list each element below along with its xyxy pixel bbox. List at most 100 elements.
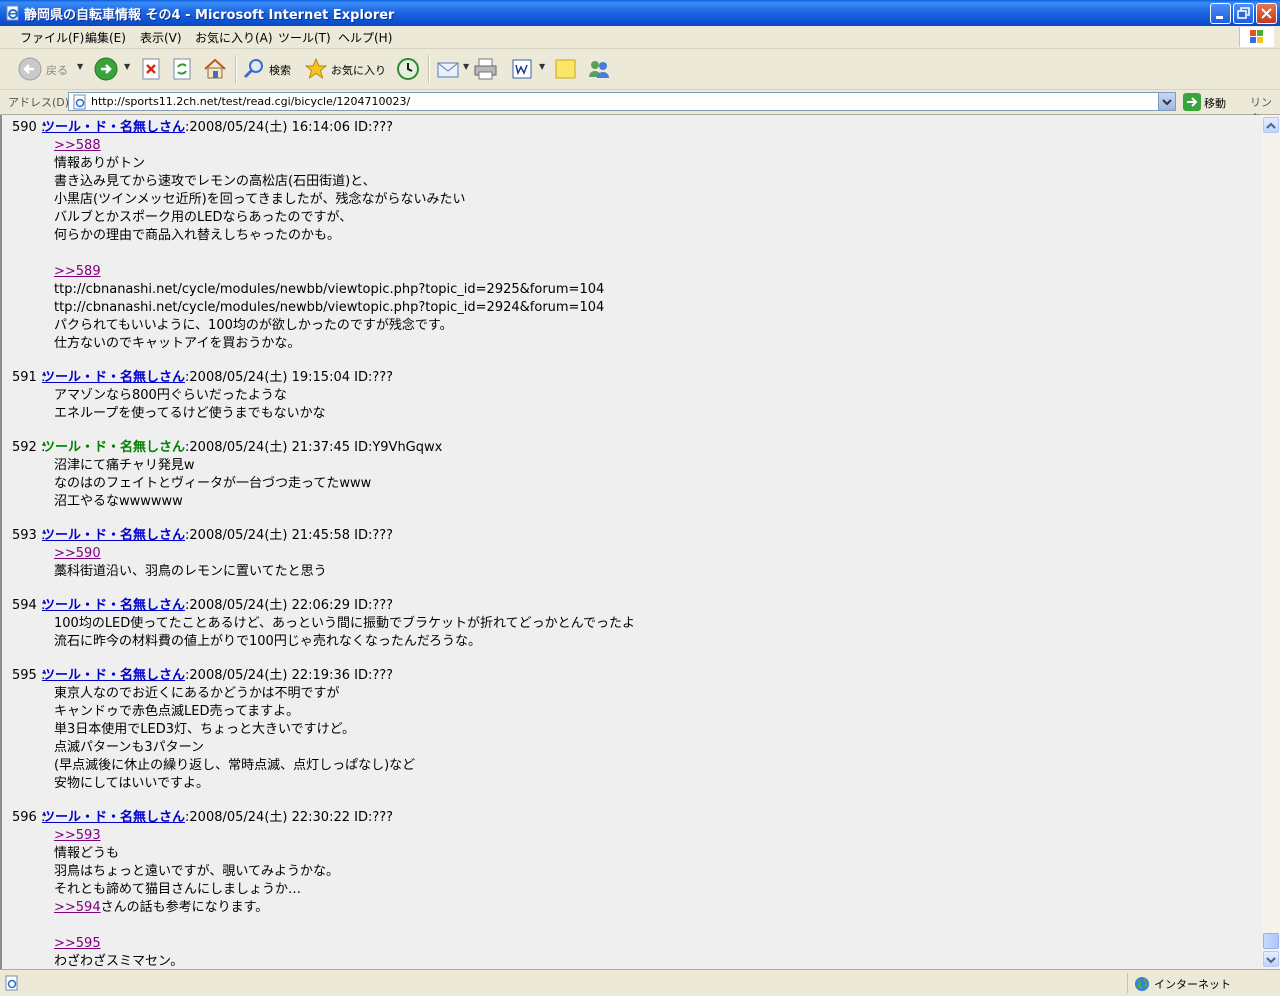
post-number: 595 : <box>12 668 46 683</box>
post-line: キャンドゥで赤色点滅LED売ってますよ。 <box>54 703 415 721</box>
close-icon <box>1261 8 1272 19</box>
post-line: 情報ありがトン <box>54 155 604 173</box>
post-line: >>593 <box>54 827 393 845</box>
scroll-up-button[interactable] <box>1263 117 1279 133</box>
post-author-link[interactable]: ツール・ド・名無しさん <box>42 598 185 613</box>
post: 592 :ツール・ド・名無しさん:2008/05/24(土) 21:37:45 … <box>12 439 442 511</box>
post-meta: :2008/05/24(土) 22:06:29 ID:??? <box>185 598 394 613</box>
post-meta: :2008/05/24(土) 22:30:22 ID:??? <box>185 810 394 825</box>
address-dropdown-button[interactable] <box>1158 93 1175 110</box>
print-button[interactable] <box>473 56 499 82</box>
chevron-up-icon <box>1266 122 1276 129</box>
minimize-button[interactable] <box>1210 3 1231 24</box>
post-meta: :2008/05/24(土) 21:45:58 ID:??? <box>185 528 394 543</box>
post-header: 592 :ツール・ド・名無しさん:2008/05/24(土) 21:37:45 … <box>12 439 442 457</box>
post-number: 594 : <box>12 598 46 613</box>
post: 593 :ツール・ド・名無しさん:2008/05/24(土) 21:45:58 … <box>12 527 393 581</box>
scroll-down-button[interactable] <box>1263 951 1279 967</box>
windows-flag-icon <box>1250 30 1263 43</box>
go-button[interactable]: 移動 <box>1182 92 1236 112</box>
windows-logo <box>1239 27 1274 47</box>
post-text: エネループを使ってるけど使うまでもないかな <box>54 406 326 421</box>
mail-dropdown-icon[interactable]: ▼ <box>463 62 469 71</box>
toolbar-separator <box>428 55 430 83</box>
edit-dropdown-icon[interactable]: ▼ <box>539 62 545 71</box>
refresh-button[interactable] <box>171 56 195 82</box>
post-text: ttp://cbnanashi.net/cycle/modules/newbb/… <box>54 282 605 297</box>
post-body: 東京人なのでお近くにあるかどうかは不明ですが キャンドゥで赤色点滅LED売ってます… <box>54 685 415 793</box>
post-text: 沼津にて痛チャリ発見w <box>54 458 195 473</box>
chevron-down-icon <box>1266 957 1276 964</box>
favorites-button[interactable]: お気に入り <box>304 56 386 82</box>
reply-anchor-link[interactable]: >>594 <box>54 900 101 915</box>
post-line: 藁科街道沿い、羽鳥のレモンに置いてたと思う <box>54 563 393 581</box>
menu-tools[interactable]: ツール(T) <box>278 29 331 46</box>
post-author-link[interactable]: ツール・ド・名無しさん <box>42 668 185 683</box>
post-line: 沼工やるなwwwwww <box>54 493 442 511</box>
post-line: >>594さんの話も参考になります。 <box>54 899 393 917</box>
post-text: ttp://cbnanashi.net/cycle/modules/newbb/… <box>54 300 605 315</box>
minimize-icon <box>1216 16 1223 19</box>
edit-button[interactable] <box>510 56 536 82</box>
stop-button[interactable] <box>140 56 164 82</box>
forward-arrow-icon <box>94 57 118 81</box>
reply-anchor-link[interactable]: >>589 <box>54 264 101 279</box>
reply-anchor-link[interactable]: >>588 <box>54 138 101 153</box>
post-author-link[interactable]: ツール・ド・名無しさん <box>42 370 185 385</box>
stop-icon <box>142 58 160 80</box>
address-input[interactable]: http://sports11.2ch.net/test/read.cgi/bi… <box>68 92 1176 111</box>
back-button[interactable]: 戻る <box>18 56 84 82</box>
toolbar: 戻る ▼ ▼ 検索 お気に入り ▼ ▼ <box>0 49 1280 90</box>
post-author-link[interactable]: ツール・ド・名無しさん <box>42 528 185 543</box>
history-button[interactable] <box>395 56 421 82</box>
refresh-icon <box>173 58 191 80</box>
post-meta: :2008/05/24(土) 16:14:06 ID:??? <box>185 120 394 135</box>
post-text: 羽鳥はちょっと遠いですが、覗いてみようかな。 <box>54 864 339 879</box>
maximize-button[interactable] <box>1233 3 1254 24</box>
back-dropdown-icon[interactable]: ▼ <box>77 62 83 71</box>
address-label: アドレス(D) <box>8 96 70 109</box>
post-text: 情報どうも <box>54 846 120 861</box>
menu-help[interactable]: ヘルプ(H) <box>338 29 392 46</box>
home-button[interactable] <box>202 56 228 82</box>
post-line: 東京人なのでお近くにあるかどうかは不明ですが <box>54 685 415 703</box>
home-icon <box>204 58 226 79</box>
scroll-thumb[interactable] <box>1263 933 1279 949</box>
menu-edit[interactable]: 編集(E) <box>85 29 126 46</box>
globe-icon <box>1135 977 1149 991</box>
post-line: エネループを使ってるけど使うまでもないかな <box>54 405 393 423</box>
search-button[interactable]: 検索 <box>242 56 298 82</box>
post-text: バルブとかスポーク用のLEDならあったのですが、 <box>54 210 353 225</box>
post-text: 流石に昨今の材料費の値上がりで100円じゃ売れなくなったんだろうな。 <box>54 634 482 649</box>
post-line: ttp://cbnanashi.net/cycle/modules/newbb/… <box>54 299 604 317</box>
messenger-button[interactable] <box>586 56 612 82</box>
post-author-link[interactable]: ツール・ド・名無しさん <box>42 120 185 135</box>
post-line: 安物にしてはいいですよ。 <box>54 775 415 793</box>
reply-anchor-link[interactable]: >>595 <box>54 936 101 951</box>
chevron-down-icon <box>1162 99 1172 106</box>
restore-icon <box>1237 7 1250 19</box>
menu-favorites[interactable]: お気に入り(A) <box>195 29 273 46</box>
post-line: バルブとかスポーク用のLEDならあったのですが、 <box>54 209 604 227</box>
mail-button[interactable] <box>436 56 462 82</box>
post-line: なのはのフェイトとヴィータが一台づつ走ってたwww <box>54 475 442 493</box>
post-author-link[interactable]: ツール・ド・名無しさん <box>42 810 185 825</box>
menu-view[interactable]: 表示(V) <box>140 29 182 46</box>
post-header: 593 :ツール・ド・名無しさん:2008/05/24(土) 21:45:58 … <box>12 527 393 545</box>
discuss-button[interactable] <box>553 56 579 82</box>
post-body: >>590 藁科街道沿い、羽鳥のレモンに置いてたと思う <box>54 545 393 581</box>
post-meta: :2008/05/24(土) 21:37:45 ID:Y9VhGqwx <box>185 440 443 455</box>
post-body: >>593 情報どうも 羽鳥はちょっと遠いですが、覗いてみようかな。 それとも諦めて猫… <box>54 827 393 969</box>
reply-anchor-link[interactable]: >>593 <box>54 828 101 843</box>
post-text: 何らかの理由で商品入れ替えしちゃったのかも。 <box>54 228 341 243</box>
forward-dropdown-icon[interactable]: ▼ <box>124 62 130 71</box>
post-text: アマゾンなら800円ぐらいだったような <box>54 388 287 403</box>
close-button[interactable] <box>1256 3 1277 24</box>
post-text: 小黒店(ツインメッセ近所)を回ってきましたが、残念ながらないみたい <box>54 192 466 207</box>
post-line: 単3日本使用でLED3灯、ちょっと大きいですけど。 <box>54 721 415 739</box>
menu-file[interactable]: ファイル(F) <box>20 29 84 46</box>
vertical-scrollbar[interactable] <box>1262 115 1280 969</box>
search-icon <box>243 59 263 79</box>
reply-anchor-link[interactable]: >>590 <box>54 546 101 561</box>
forward-button[interactable] <box>94 56 120 82</box>
